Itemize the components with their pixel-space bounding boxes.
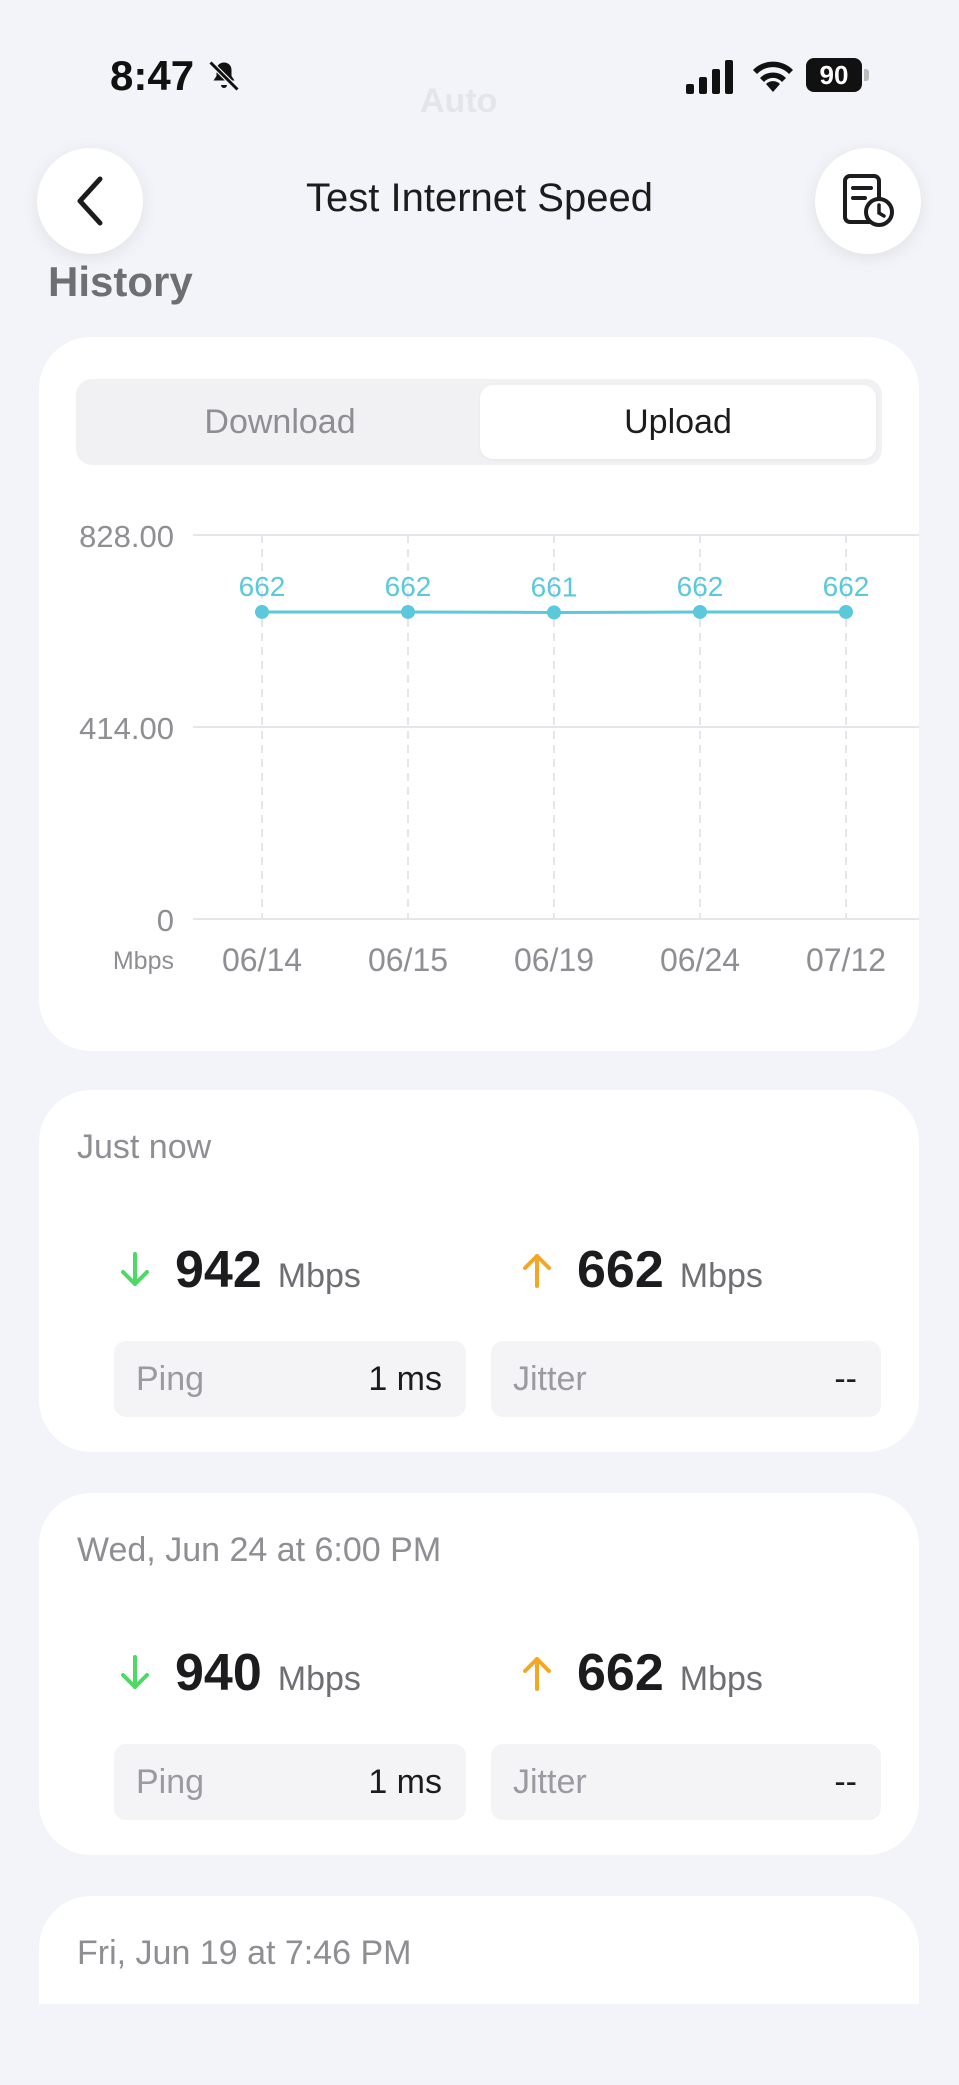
y-tick-label: 414.00	[79, 711, 174, 746]
data-point	[255, 604, 269, 619]
download-unit: Mbps	[277, 1257, 361, 1295]
download-value: 942	[175, 1241, 262, 1299]
ping-value: 1 ms	[368, 1763, 442, 1801]
jitter-value: --	[834, 1763, 857, 1801]
ping-label: Ping	[136, 1360, 205, 1398]
data-point	[401, 604, 415, 619]
arrow-up-icon	[523, 1657, 551, 1691]
battery-indicator: 90	[806, 58, 869, 92]
y-tick-label: 828.00	[79, 519, 174, 554]
data-label: 662	[385, 571, 432, 602]
arrow-down-icon	[121, 1655, 149, 1689]
upload-speed: 662 Mbps	[519, 1643, 763, 1703]
report-history-icon	[843, 174, 894, 227]
bell-muted-icon	[208, 60, 240, 92]
status-bar: 8:47 90	[0, 0, 959, 150]
jitter-metric: Jitter --	[491, 1744, 881, 1820]
x-tick-label: 06/15	[368, 942, 448, 978]
result-card-just-now[interactable]: Just now 942 Mbps 662 Mbps Ping 1 ms Jit…	[39, 1090, 919, 1452]
upload-value: 662	[577, 1644, 664, 1702]
upload-speed: 662 Mbps	[519, 1240, 763, 1300]
data-label: 662	[823, 571, 870, 602]
download-speed: 940 Mbps	[117, 1643, 361, 1703]
upload-speed-chart: 828.00 414.00 0 Mbps 06/14 06/15 06/19 06/24 07/…	[79, 519, 919, 978]
result-date: Wed, Jun 24 at 6:00 PM	[77, 1531, 442, 1569]
x-tick-label: 07/12	[806, 942, 886, 978]
upload-unit: Mbps	[679, 1257, 763, 1295]
section-history-label: History	[48, 258, 193, 305]
battery-level: 90	[806, 58, 862, 92]
ping-label: Ping	[136, 1763, 205, 1801]
arrow-down-icon	[121, 1252, 149, 1286]
result-date: Fri, Jun 19 at 7:46 PM	[77, 1934, 412, 1972]
data-point	[693, 604, 707, 619]
history-report-button[interactable]	[815, 148, 921, 254]
download-speed: 942 Mbps	[117, 1240, 361, 1300]
jitter-label: Jitter	[513, 1360, 587, 1398]
status-time: 8:47	[110, 52, 195, 99]
ping-metric: Ping 1 ms	[114, 1744, 466, 1820]
download-unit: Mbps	[277, 1660, 361, 1698]
data-label: 662	[239, 571, 286, 602]
y-unit-label: Mbps	[113, 947, 174, 975]
jitter-value: --	[834, 1360, 857, 1398]
result-card-jun-24[interactable]: Wed, Jun 24 at 6:00 PM 940 Mbps 662 Mbps…	[39, 1493, 919, 1855]
result-card-jun-19[interactable]: Fri, Jun 19 at 7:46 PM	[39, 1896, 919, 2004]
result-date: Just now	[77, 1128, 212, 1166]
upload-value: 662	[577, 1241, 664, 1299]
x-tick-label: 06/24	[660, 942, 740, 978]
ping-value: 1 ms	[368, 1360, 442, 1398]
data-label: 661	[531, 571, 578, 602]
x-tick-label: 06/19	[514, 942, 594, 978]
download-value: 940	[175, 1644, 262, 1702]
arrow-up-icon	[523, 1254, 551, 1288]
data-point	[839, 604, 853, 619]
y-tick-label: 0	[157, 903, 174, 938]
ping-metric: Ping 1 ms	[114, 1341, 466, 1417]
upload-unit: Mbps	[679, 1660, 763, 1698]
battery-nub	[864, 69, 869, 81]
jitter-metric: Jitter --	[491, 1341, 881, 1417]
x-tick-label: 06/14	[222, 942, 302, 978]
faded-header-text: Auto	[420, 82, 498, 120]
cellular-signal-icon	[686, 60, 733, 94]
wifi-icon	[753, 61, 793, 92]
history-chart-card: Download Upload 828.00 414.00 0 Mbps 06/14 06…	[39, 337, 919, 1051]
jitter-label: Jitter	[513, 1763, 587, 1801]
data-point	[547, 605, 561, 620]
data-label: 662	[677, 571, 724, 602]
